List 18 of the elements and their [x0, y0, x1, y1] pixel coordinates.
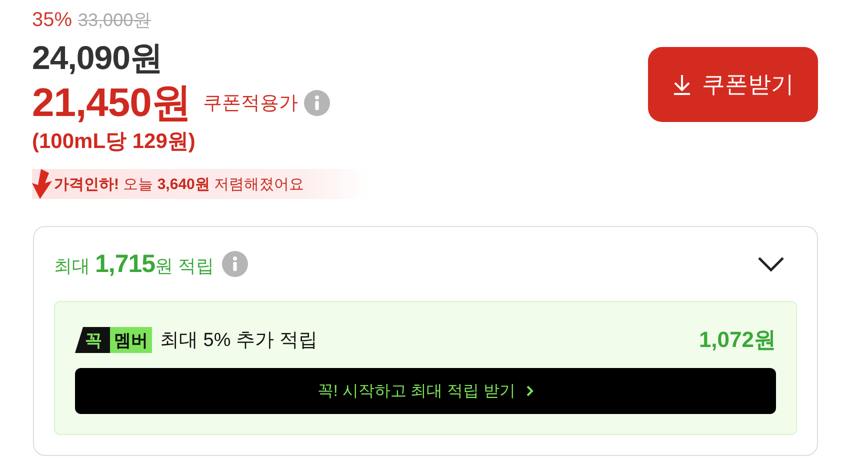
down-arrow-icon	[32, 169, 54, 199]
coupon-download-button[interactable]: 쿠폰받기	[648, 47, 818, 122]
chevron-right-icon	[526, 385, 534, 397]
chevron-down-icon[interactable]	[757, 256, 785, 272]
coupon-price-label: 쿠폰적용가	[202, 92, 298, 116]
member-reward-amount: 1,072원	[698, 326, 776, 354]
info-icon[interactable]	[304, 90, 330, 116]
coupon-price: 21,450원	[32, 81, 191, 125]
discount-rate: 35%	[32, 8, 72, 32]
original-price: 33,000원	[78, 9, 152, 32]
price-drop-text: 가격인하! 오늘 3,640원 저렴해졌어요	[54, 174, 304, 194]
membership-start-button[interactable]: 꼭! 시작하고 최대 적립 받기	[75, 368, 776, 414]
unit-price: (100mL당 129원)	[32, 129, 196, 155]
max-reward-text: 최대 1,715원 적립	[54, 250, 214, 278]
sale-price: 24,090원	[32, 38, 164, 78]
download-icon	[672, 74, 692, 96]
info-icon[interactable]	[222, 251, 248, 277]
member-reward-text: 최대 5% 추가 적립	[160, 329, 318, 353]
